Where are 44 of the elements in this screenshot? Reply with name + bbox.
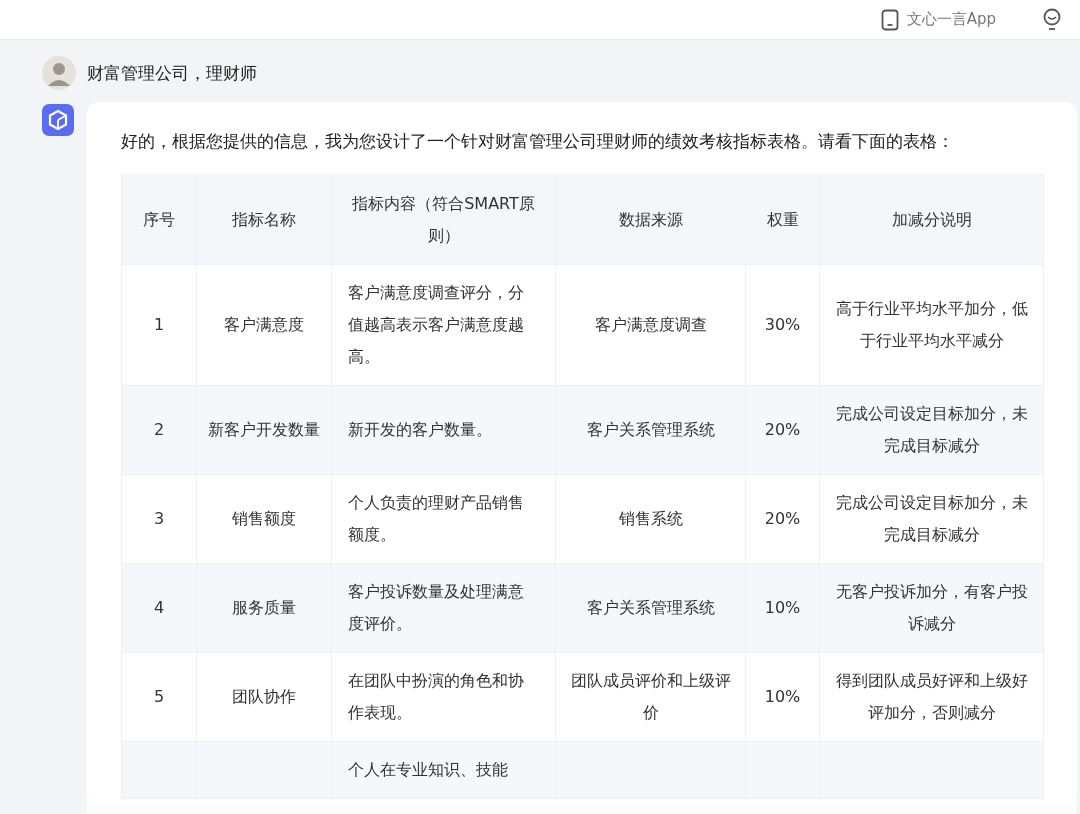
- table-cell: 完成公司设定目标加分，未完成目标减分: [835, 493, 1028, 544]
- column-header: 指标内容（符合SMART原则）: [331, 174, 556, 265]
- column-header: 数据来源: [555, 174, 746, 265]
- table-cell: 团队成员评价和上级评价: [570, 671, 731, 722]
- phone-icon: [880, 8, 899, 31]
- table-cell: 无客户投诉加分，有客户投诉减分: [835, 582, 1028, 633]
- table-cell: 20%: [764, 420, 801, 439]
- table-cell: 客户投诉数量及处理满意度评价。: [348, 582, 524, 633]
- table-cell: 4: [153, 598, 165, 617]
- table-cell: 客户满意度: [224, 315, 304, 334]
- table-cell: 20%: [764, 509, 801, 528]
- table-cell: 客户满意度调查: [594, 315, 707, 334]
- table-cell: 客户关系管理系统: [586, 598, 715, 617]
- table-cell: 30%: [764, 315, 801, 334]
- column-header: 权重: [745, 174, 820, 265]
- table-cell: 在团队中扮演的角色和协作表现。: [348, 671, 524, 722]
- table-cell: 5: [153, 687, 165, 706]
- avatar: [42, 56, 76, 90]
- table-cell: 团队协作: [232, 687, 296, 706]
- table-cell: 得到团队成员好评和上级好评加分，否则减分: [835, 671, 1028, 722]
- column-header: 序号: [121, 174, 197, 265]
- table-cell: 新客户开发数量: [208, 420, 320, 439]
- reply-intro: 好的，根据您提供的信息，我为您设计了一个针对财富管理公司理财师的绩效考核指标表格。请看下面的表格：: [121, 130, 955, 153]
- lightbulb-icon[interactable]: [1042, 7, 1062, 32]
- bot-logo-icon: [42, 104, 74, 136]
- table-cell: 高于行业平均水平加分，低于行业平均水平减分: [835, 299, 1028, 350]
- table-cell: 3: [153, 509, 165, 528]
- table-cell: 服务质量: [232, 598, 296, 617]
- table-cell: 销售额度: [232, 509, 296, 528]
- table-cell: 个人在专业知识、技能: [348, 760, 508, 779]
- table-cell: 10%: [764, 687, 801, 706]
- table-cell: 10%: [764, 598, 801, 617]
- table-cell: 客户关系管理系统: [586, 420, 715, 439]
- table-cell: 销售系统: [618, 509, 683, 528]
- table-cell: 完成公司设定目标加分，未完成目标减分: [835, 404, 1028, 455]
- table-cell: 1: [153, 315, 165, 334]
- table-cell: 新开发的客户数量。: [348, 420, 492, 439]
- table-cell: 2: [153, 420, 165, 439]
- table-cell: 客户满意度调查评分，分值越高表示客户满意度越高。: [348, 283, 524, 366]
- table-cell: 个人负责的理财产品销售额度。: [348, 493, 524, 544]
- column-header: 加减分说明: [819, 174, 1044, 265]
- user-message: 财富管理公司，理财师: [87, 61, 257, 85]
- app-download-link[interactable]: 文心一言App: [880, 8, 996, 31]
- column-header: 指标名称: [196, 174, 332, 265]
